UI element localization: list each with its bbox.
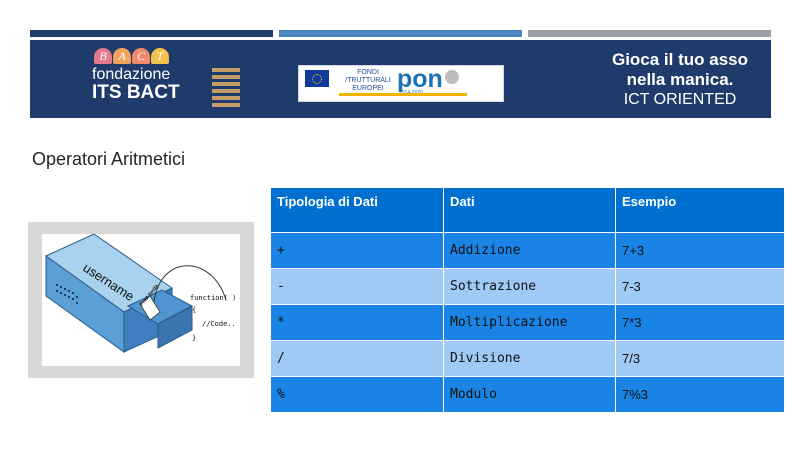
code-line1: function( ): [190, 294, 236, 302]
table-row: / Divisione 7/3: [270, 340, 785, 377]
bact-letter: T: [151, 48, 169, 64]
italian-emblem-icon: [445, 70, 459, 84]
code-line3: //Code..: [202, 320, 236, 328]
fondi-line3: EUROPEI: [352, 85, 384, 92]
bact-letters: B A C T: [94, 48, 169, 66]
operator-cell: -: [270, 268, 444, 305]
example-cell: 7/3: [615, 340, 785, 377]
logo-small-text: [212, 68, 242, 110]
table-row: + Addizione 7+3: [270, 232, 785, 269]
code-line4: }: [192, 334, 196, 342]
variable-illustration: username Fred Smith function( ) { //Code…: [28, 222, 254, 378]
operation-cell: Moltiplicazione: [443, 304, 616, 341]
operators-table: Tipologia di Dati Dati Esempio + Addizio…: [270, 187, 785, 413]
pon-logo-text: pon: [397, 65, 443, 93]
header-bar-blue: [279, 30, 522, 37]
fondi-text: FONDI /TRUTTURALI EUROPEI: [339, 69, 397, 93]
slogan: Gioca il tuo asso nella manica. ICT ORIE…: [575, 50, 785, 110]
header-banner: B A C T fondazione ITS BACT FONDI /TRUTT…: [30, 40, 771, 118]
example-cell: 7+3: [615, 232, 785, 269]
slogan-line1: Gioca il tuo asso: [611, 50, 749, 69]
operation-cell: Sottrazione: [443, 268, 616, 305]
operation-cell: Modulo: [443, 376, 616, 413]
header-bar-gray: [528, 30, 771, 37]
operator-cell: *: [270, 304, 444, 341]
header-tipologia: Tipologia di Dati: [270, 187, 444, 233]
fondi-strutturali-logo: FONDI /TRUTTURALI EUROPEI pon 2014-2020: [298, 65, 504, 102]
slogan-line2: nella manica.: [626, 70, 734, 89]
its-bact-logo: B A C T fondazione ITS BACT: [92, 48, 240, 110]
header-dati: Dati: [443, 187, 616, 233]
bact-letter: C: [132, 48, 150, 64]
bact-letter: A: [113, 48, 131, 64]
box-illustration-icon: username Fred Smith function( ) { //Code…: [45, 233, 236, 353]
page-title: Operatori Aritmetici: [32, 149, 186, 169]
operator-cell: %: [270, 376, 444, 413]
slogan-line3: ICT ORIENTED: [623, 91, 737, 108]
operation-cell: Addizione: [443, 232, 616, 269]
fondi-line1: FONDI: [357, 69, 379, 76]
operator-cell: +: [270, 232, 444, 269]
fondi-stripe: [339, 93, 467, 96]
example-cell: 7*3: [615, 304, 785, 341]
table-header-row: Tipologia di Dati Dati Esempio: [270, 187, 785, 233]
header-bar-dark: [30, 30, 273, 37]
table-row: % Modulo 7%3: [270, 376, 785, 413]
table-row: * Moltiplicazione 7*3: [270, 304, 785, 341]
illustration-canvas: username Fred Smith function( ) { //Code…: [42, 233, 240, 366]
logo-line2: ITS BACT: [92, 82, 180, 103]
code-line2: {: [192, 306, 196, 314]
example-cell: 7-3: [615, 268, 785, 305]
example-cell: 7%3: [615, 376, 785, 413]
eu-flag-icon: [305, 70, 329, 87]
table-row: - Sottrazione 7-3: [270, 268, 785, 305]
header-esempio: Esempio: [615, 187, 785, 233]
bact-letter: B: [94, 48, 112, 64]
operation-cell: Divisione: [443, 340, 616, 377]
operator-cell: /: [270, 340, 444, 377]
fondi-line2: /TRUTTURALI: [345, 77, 391, 84]
